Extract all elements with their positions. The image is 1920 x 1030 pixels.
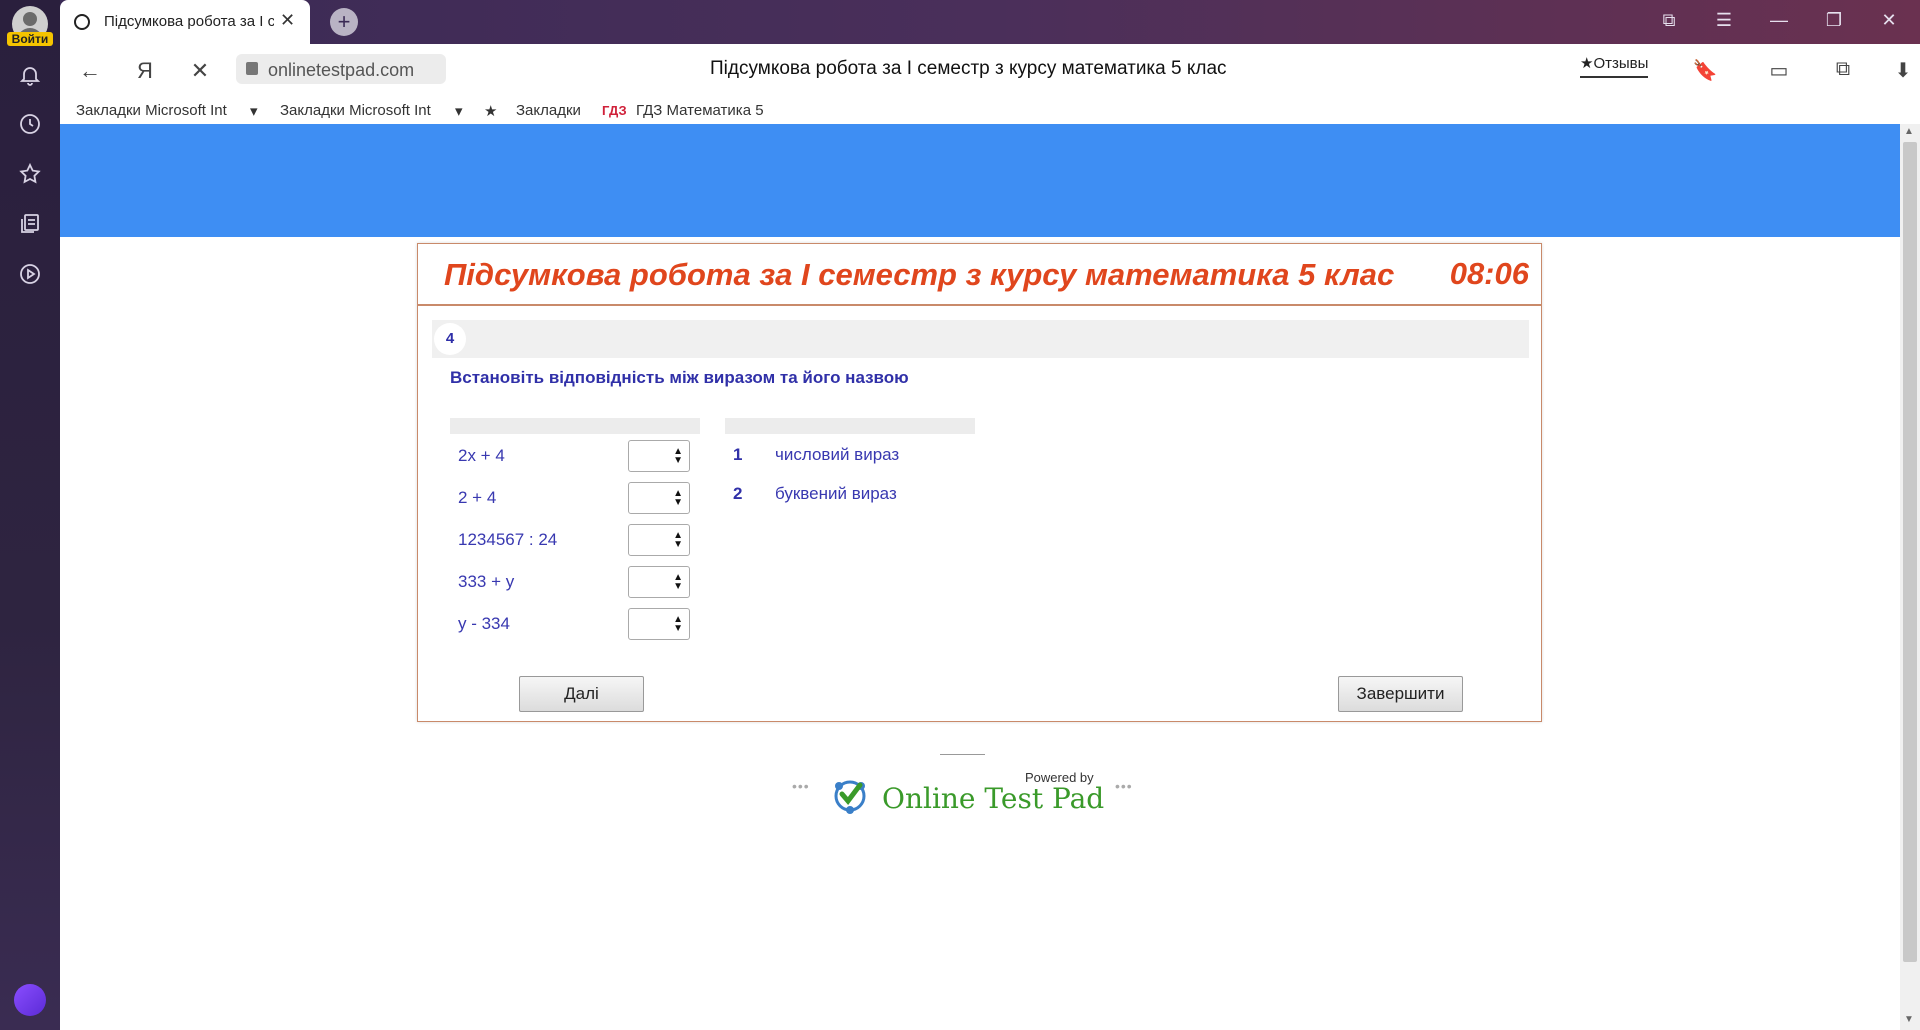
battery-icon[interactable]: ▭: [1766, 58, 1792, 83]
test-title: Підсумкова робота за І семестр з курсу м…: [444, 257, 1395, 292]
collections-icon[interactable]: [18, 212, 42, 236]
title-bar: Підсумкова робота за І с ✕ + ⧉ ☰ — ❐ ✕: [60, 0, 1920, 44]
login-button[interactable]: Войти: [7, 32, 53, 46]
online-test-pad-brand[interactable]: Online Test Pad: [882, 782, 1104, 815]
footer-dots-left: •••: [792, 778, 810, 794]
gdz-icon: ГДЗ: [602, 103, 627, 118]
url-field[interactable]: onlinetestpad.com: [236, 54, 446, 84]
scroll-down-icon[interactable]: ▼: [1904, 1014, 1914, 1025]
bookmark-icon[interactable]: 🔖: [1692, 58, 1718, 83]
stop-button[interactable]: ✕: [185, 58, 215, 84]
star-icon[interactable]: [18, 162, 42, 186]
online-test-pad-logo-icon[interactable]: [830, 774, 870, 814]
select-arrows-icon: ▲ ▼: [673, 530, 683, 550]
option-number: 1: [733, 445, 743, 464]
option-text: буквений вираз: [775, 484, 897, 503]
minimize-button[interactable]: —: [1765, 10, 1793, 31]
expression-text: 333 + y: [458, 572, 515, 591]
question-text: Встановіть відповідність між виразом та …: [450, 368, 909, 387]
test-timer: 08:06: [1449, 256, 1529, 291]
tab-close-icon[interactable]: ✕: [280, 10, 295, 31]
close-window-button[interactable]: ✕: [1875, 10, 1903, 31]
powered-by-footer: ••• ••• Powered by Online Test Pad: [60, 754, 1900, 854]
expressions-column-header: [450, 418, 700, 434]
page-title: Підсумкова робота за І семестр з курсу м…: [710, 58, 1227, 79]
footer-dots-right: •••: [1115, 778, 1133, 794]
test-header: Підсумкова робота за І семестр з курсу м…: [418, 244, 1541, 306]
footer-divider: [940, 754, 985, 755]
menu-icon[interactable]: ☰: [1710, 10, 1738, 31]
yandex-button[interactable]: Я: [130, 58, 160, 84]
bookmark-folder-1-arrow[interactable]: ▾: [250, 102, 258, 120]
match-row: 1234567 : 24 ▲ ▼: [458, 524, 698, 556]
test-card: Підсумкова робота за І семестр з курсу м…: [417, 243, 1542, 722]
answer-select[interactable]: ▲ ▼: [628, 440, 690, 472]
bookmark-gdz[interactable]: ГДЗ Математика 5: [636, 102, 764, 119]
select-arrows-icon: ▲ ▼: [673, 488, 683, 508]
tab-title: Підсумкова робота за І с: [104, 13, 274, 30]
bookmark-folder-2-arrow[interactable]: ▾: [455, 102, 463, 120]
avatar-head: [23, 12, 37, 26]
finish-button[interactable]: Завершити: [1338, 676, 1463, 712]
new-tab-button[interactable]: +: [330, 8, 358, 36]
tab-favicon-icon: [74, 14, 90, 30]
question-number: 4: [434, 323, 466, 355]
options-column-header: [725, 418, 975, 434]
address-bar: ← Я ✕ onlinetestpad.com Підсумкова робот…: [60, 44, 1920, 98]
match-row: 2x + 4 ▲ ▼: [458, 440, 698, 472]
answer-select[interactable]: ▲ ▼: [628, 524, 690, 556]
expression-text: 1234567 : 24: [458, 530, 558, 549]
option-item: 1 числовий вираз: [733, 441, 1033, 469]
page-content: Підсумкова робота за І семестр з курсу м…: [60, 124, 1900, 1030]
translate-icon[interactable]: ⧉: [1830, 58, 1856, 81]
option-text: числовий вираз: [775, 445, 900, 464]
bookmarks-star-icon: ★: [484, 103, 498, 120]
expression-text: 2 + 4: [458, 488, 497, 507]
bell-icon[interactable]: [18, 63, 42, 87]
select-arrows-icon: ▲ ▼: [673, 614, 683, 634]
answer-select[interactable]: ▲ ▼: [628, 482, 690, 514]
back-button[interactable]: ←: [75, 58, 105, 84]
url-text: onlinetestpad.com: [268, 60, 415, 80]
bookmark-folder-3[interactable]: Закладки: [516, 102, 581, 119]
answer-select[interactable]: ▲ ▼: [628, 566, 690, 598]
next-button[interactable]: Далі: [519, 676, 644, 712]
match-row: y - 334 ▲ ▼: [458, 608, 698, 640]
bookmarks-bar: Закладки Microsoft Int ▾ Закладки Micros…: [60, 98, 1920, 124]
reviews-button[interactable]: ★Отзывы: [1580, 54, 1649, 78]
restore-button[interactable]: ❐: [1820, 10, 1848, 31]
bookmark-folder-1[interactable]: Закладки Microsoft Int: [76, 102, 227, 119]
bookmark-folder-2[interactable]: Закладки Microsoft Int: [280, 102, 431, 119]
active-tab[interactable]: Підсумкова робота за І с ✕: [60, 0, 310, 44]
option-number: 2: [733, 484, 743, 503]
match-row: 2 + 4 ▲ ▼: [458, 482, 698, 514]
scroll-up-icon[interactable]: ▲: [1904, 126, 1914, 137]
download-icon[interactable]: ⬇: [1890, 58, 1916, 83]
answer-select[interactable]: ▲ ▼: [628, 608, 690, 640]
select-arrows-icon: ▲ ▼: [673, 572, 683, 592]
collections-window-icon[interactable]: ⧉: [1655, 10, 1683, 31]
play-icon[interactable]: [18, 262, 42, 286]
option-item: 2 буквений вираз: [733, 480, 1033, 508]
expression-text: 2x + 4: [458, 446, 505, 465]
site-banner: [60, 124, 1900, 237]
lock-icon: [246, 62, 258, 75]
scrollbar-thumb[interactable]: [1903, 142, 1917, 962]
browser-sidebar: Войти: [0, 0, 60, 1030]
alice-assistant-icon[interactable]: [14, 984, 46, 1016]
expression-text: y - 334: [458, 614, 510, 633]
match-row: 333 + y ▲ ▼: [458, 566, 698, 598]
select-arrows-icon: ▲ ▼: [673, 446, 683, 466]
page-scrollbar[interactable]: ▲ ▼: [1900, 124, 1920, 1030]
question-bar: 4: [432, 320, 1529, 358]
clock-icon[interactable]: [18, 112, 42, 136]
